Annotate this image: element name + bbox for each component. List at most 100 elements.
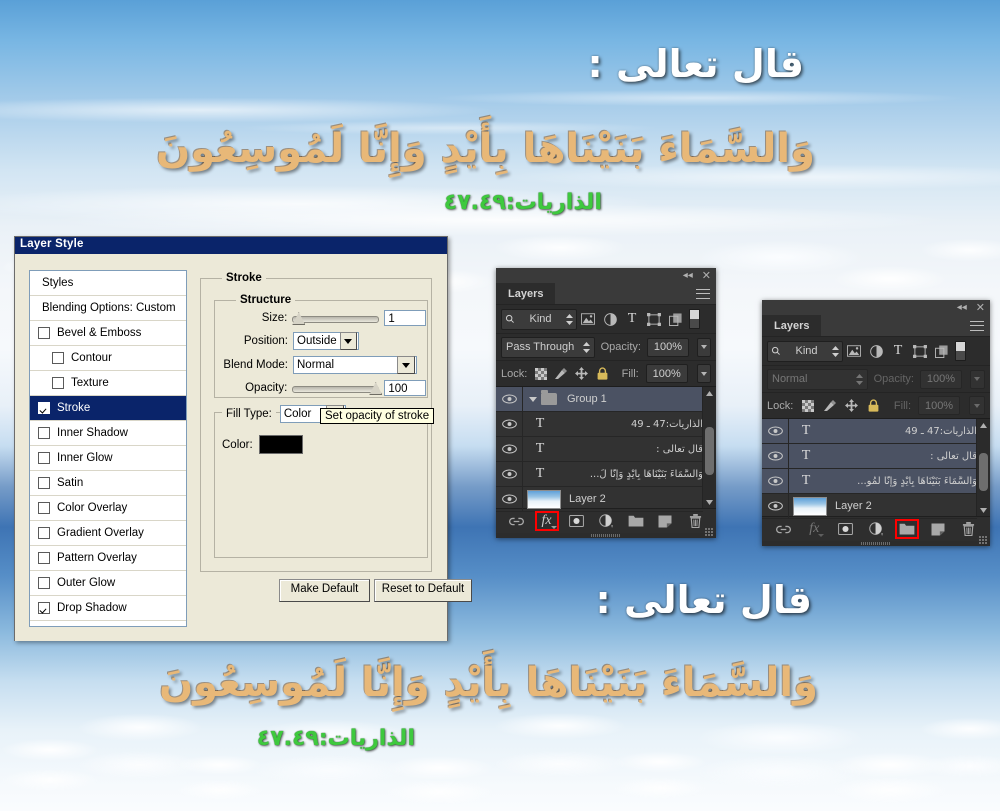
effect-item-stroke[interactable]: Stroke bbox=[30, 396, 186, 421]
layer-row[interactable]: T قال تعالى : bbox=[762, 444, 977, 469]
effect-checkbox[interactable] bbox=[38, 452, 50, 464]
effect-item-drop-shadow[interactable]: Drop Shadow bbox=[30, 596, 186, 621]
layer-visibility-eye-icon[interactable] bbox=[762, 469, 789, 493]
layer-actions-bar-right[interactable]: fx bbox=[762, 516, 990, 544]
smartobject-filter-icon[interactable] bbox=[665, 308, 687, 330]
effect-checkbox[interactable] bbox=[38, 552, 50, 564]
lock-position-icon[interactable] bbox=[575, 363, 589, 385]
opacity-input[interactable]: 100 bbox=[384, 380, 426, 396]
effect-item-gradient-overlay[interactable]: Gradient Overlay bbox=[30, 521, 186, 546]
blend-mode-dropdown[interactable]: Normal bbox=[293, 356, 417, 374]
filter-toggle-switch[interactable] bbox=[955, 341, 966, 361]
layer-row[interactable]: T وَالسَّمَاءَ بَنَيْنَاهَا بِأَيْدٍ وَإِ… bbox=[496, 462, 703, 487]
layer-row[interactable]: Group 1 bbox=[496, 387, 703, 412]
opacity-value-right[interactable]: 100% bbox=[919, 369, 962, 389]
pixel-filter-icon[interactable] bbox=[577, 308, 599, 330]
effect-item-bevel-emboss[interactable]: Bevel & Emboss bbox=[30, 321, 186, 346]
fill-stepper-right[interactable] bbox=[969, 396, 985, 415]
effect-item-styles[interactable]: Styles bbox=[30, 271, 186, 296]
group-expand-caret-icon[interactable] bbox=[529, 396, 537, 402]
layer-list-left[interactable]: Group 1 T الذاريات:47 ـ 49 T قال تعالى : T وَا… bbox=[496, 387, 716, 512]
new-layer-icon[interactable] bbox=[927, 520, 949, 538]
layer-list-right[interactable]: T الذاريات:47 ـ 49 T قال تعالى : T وَالسَّمَا… bbox=[762, 419, 990, 519]
layer-style-dialog[interactable]: Layer Style Styles Blending Options: Cust… bbox=[14, 236, 472, 641]
delete-layer-icon[interactable] bbox=[684, 512, 706, 530]
lock-all-icon[interactable] bbox=[596, 363, 609, 385]
layer-list-scrollbar-right[interactable] bbox=[976, 419, 990, 516]
effect-item-color-overlay[interactable]: Color Overlay bbox=[30, 496, 186, 521]
opacity-value-left[interactable]: 100% bbox=[646, 337, 689, 357]
adjustment-filter-icon[interactable] bbox=[599, 308, 621, 330]
layer-mask-icon[interactable] bbox=[565, 512, 587, 530]
close-icon[interactable]: ✕ bbox=[976, 302, 985, 313]
double-chevron-left-icon[interactable]: ◂◂ bbox=[683, 270, 693, 281]
reset-to-default-button[interactable]: Reset to Default bbox=[374, 579, 472, 602]
layers-panel-right[interactable]: ◂◂ ✕ Layers Kind T Normal Opacity: 100% … bbox=[762, 300, 990, 546]
panel-resize-gripper[interactable] bbox=[705, 528, 713, 536]
link-layers-icon[interactable] bbox=[772, 520, 794, 538]
panel-resize-grip-right[interactable] bbox=[762, 541, 990, 546]
panel-resize-grip-left[interactable] bbox=[496, 533, 716, 538]
fill-stepper-left[interactable] bbox=[696, 364, 712, 383]
lock-all-icon[interactable] bbox=[866, 395, 881, 417]
effect-item-texture[interactable]: Texture bbox=[30, 371, 186, 396]
layer-visibility-eye-icon[interactable] bbox=[496, 462, 523, 486]
adjustment-layer-icon[interactable] bbox=[865, 520, 887, 538]
position-dropdown[interactable]: Outside bbox=[293, 332, 359, 350]
filter-kind-dropdown[interactable]: Kind bbox=[501, 308, 577, 330]
blend-mode-dropdown-left[interactable]: Pass Through bbox=[501, 336, 595, 358]
blend-mode-dropdown-right[interactable]: Normal bbox=[767, 368, 868, 390]
shape-filter-icon[interactable] bbox=[909, 340, 931, 362]
lock-image-pixels-icon[interactable] bbox=[822, 395, 837, 417]
new-group-icon[interactable] bbox=[894, 519, 919, 539]
layer-row[interactable]: Layer 2 bbox=[496, 487, 703, 512]
filter-toggle-switch[interactable] bbox=[689, 309, 700, 329]
make-default-button[interactable]: Make Default bbox=[279, 579, 370, 602]
type-filter-icon[interactable]: T bbox=[621, 308, 643, 330]
adjustment-layer-icon[interactable] bbox=[595, 512, 617, 530]
double-chevron-left-icon[interactable]: ◂◂ bbox=[957, 302, 967, 313]
effect-checkbox[interactable] bbox=[38, 502, 50, 514]
new-group-icon[interactable] bbox=[625, 512, 647, 530]
layer-visibility-eye-icon[interactable] bbox=[762, 419, 789, 443]
effect-item-outer-glow[interactable]: Outer Glow bbox=[30, 571, 186, 596]
size-slider[interactable] bbox=[292, 312, 380, 325]
scroll-up-arrow-icon[interactable] bbox=[703, 387, 716, 399]
type-filter-icon[interactable]: T bbox=[887, 340, 909, 362]
effect-checkbox[interactable] bbox=[38, 602, 50, 614]
layer-visibility-eye-icon[interactable] bbox=[496, 412, 523, 436]
effect-checkbox[interactable] bbox=[38, 527, 50, 539]
panel-menu-icon[interactable] bbox=[696, 288, 710, 299]
layer-visibility-eye-icon[interactable] bbox=[762, 444, 789, 468]
effect-checkbox[interactable] bbox=[38, 402, 50, 414]
effect-item-pattern-overlay[interactable]: Pattern Overlay bbox=[30, 546, 186, 571]
delete-layer-icon[interactable] bbox=[957, 520, 979, 538]
opacity-stepper-right[interactable] bbox=[969, 369, 985, 389]
effect-item-inner-shadow[interactable]: Inner Shadow bbox=[30, 421, 186, 446]
opacity-slider[interactable] bbox=[292, 382, 383, 395]
layer-visibility-eye-icon[interactable] bbox=[496, 487, 523, 511]
scroll-down-arrow-icon[interactable] bbox=[977, 504, 990, 516]
effect-checkbox[interactable] bbox=[52, 377, 64, 389]
effect-checkbox[interactable] bbox=[38, 327, 50, 339]
lock-transparent-pixels-icon[interactable] bbox=[534, 363, 547, 385]
stroke-color-swatch[interactable] bbox=[258, 435, 303, 454]
effect-item-blending-options-custom[interactable]: Blending Options: Custom bbox=[30, 296, 186, 321]
adjustment-filter-icon[interactable] bbox=[865, 340, 887, 362]
effect-checkbox[interactable] bbox=[38, 477, 50, 489]
lock-transparent-pixels-icon[interactable] bbox=[800, 395, 815, 417]
scroll-up-arrow-icon[interactable] bbox=[977, 419, 990, 431]
close-icon[interactable]: ✕ bbox=[702, 270, 711, 281]
layer-row[interactable]: T الذاريات:47 ـ 49 bbox=[762, 419, 977, 444]
layers-panel-left[interactable]: ◂◂ ✕ Layers Kind T Pass Through Opacity:… bbox=[496, 268, 716, 538]
chevron-down-icon[interactable] bbox=[397, 356, 415, 374]
effect-checkbox[interactable] bbox=[52, 352, 64, 364]
new-layer-icon[interactable] bbox=[654, 512, 676, 530]
opacity-stepper-left[interactable] bbox=[696, 337, 711, 357]
scroll-down-arrow-icon[interactable] bbox=[703, 496, 716, 508]
size-input[interactable]: 1 bbox=[384, 310, 426, 326]
shape-filter-icon[interactable] bbox=[643, 308, 665, 330]
chevron-down-icon[interactable] bbox=[339, 332, 357, 350]
lock-image-pixels-icon[interactable] bbox=[554, 363, 568, 385]
lock-position-icon[interactable] bbox=[844, 395, 859, 417]
